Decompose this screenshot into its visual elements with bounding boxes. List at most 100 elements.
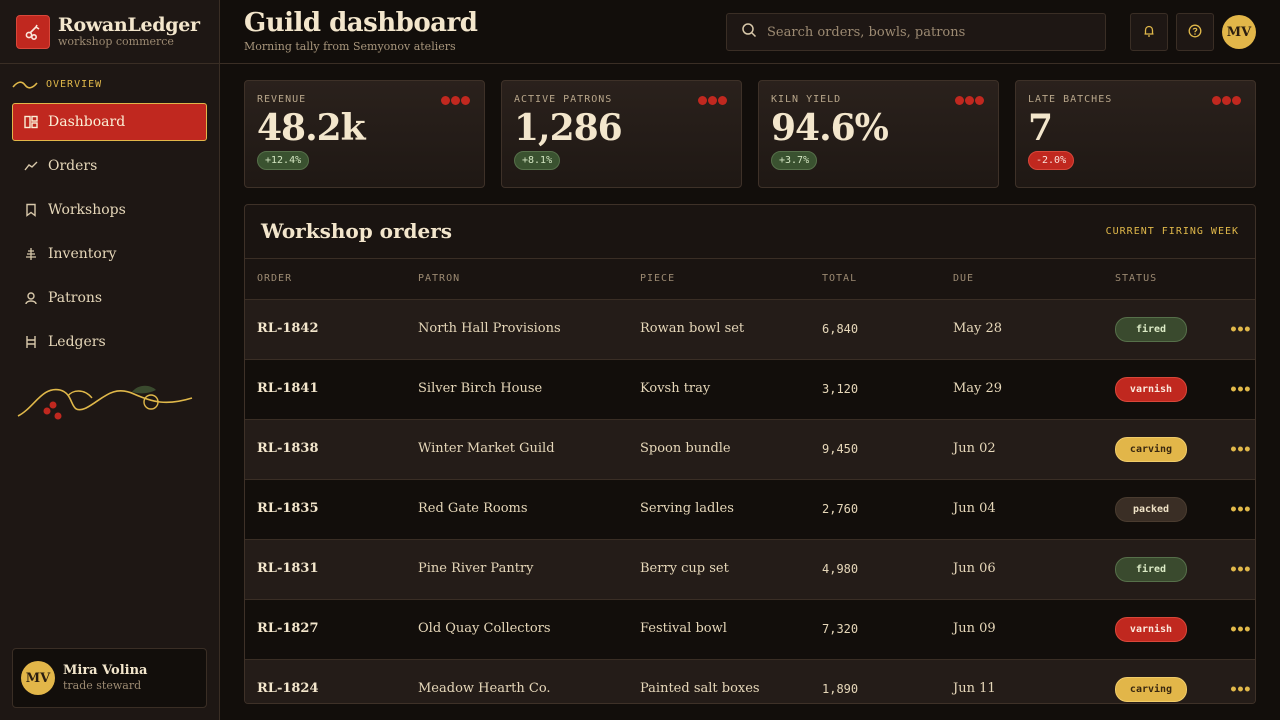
- row-more-icon[interactable]: •••: [1229, 442, 1252, 458]
- row-more-icon[interactable]: •••: [1229, 322, 1252, 338]
- sidebar-nav: Dashboard Orders Workshops Inventory Pat…: [12, 103, 207, 367]
- brand-subtitle: workshop commerce: [58, 34, 174, 48]
- stat-card-kiln-yield[interactable]: KILN YIELD 94.6% +3.7%: [758, 80, 999, 188]
- sidebar-item-label: Workshops: [48, 202, 126, 218]
- trend-icon: [24, 159, 38, 173]
- sidebar: RowanLedger workshop commerce OVERVIEW D…: [0, 0, 220, 720]
- sidebar-item-dashboard[interactable]: Dashboard: [12, 103, 207, 141]
- patron-name: Pine River Pantry: [418, 561, 534, 576]
- row-more-icon[interactable]: •••: [1229, 502, 1252, 518]
- column-header-total[interactable]: TOTAL: [822, 273, 857, 284]
- piece-name: Rowan bowl set: [640, 321, 745, 336]
- column-header-status[interactable]: STATUS: [1115, 273, 1157, 284]
- sidebar-item-label: Dashboard: [48, 114, 126, 130]
- piece-name: Painted salt boxes: [640, 681, 760, 696]
- row-more-icon[interactable]: •••: [1229, 682, 1252, 698]
- sidebar-item-label: Orders: [48, 158, 98, 174]
- stat-card-revenue[interactable]: REVENUE 48.2k +12.4%: [244, 80, 485, 188]
- order-id: RL-1827: [257, 621, 319, 636]
- bookmark-icon: [24, 203, 38, 217]
- stat-label: REVENUE: [257, 94, 307, 105]
- stat-label: ACTIVE PATRONS: [514, 94, 613, 105]
- stat-card-late-batches[interactable]: LATE BATCHES 7 -2.0%: [1015, 80, 1256, 188]
- row-more-icon[interactable]: •••: [1229, 562, 1252, 578]
- column-header-patron[interactable]: PATRON: [418, 273, 460, 284]
- rowan-berry-logo-icon: [16, 14, 50, 49]
- piece-name: Berry cup set: [640, 561, 729, 576]
- column-header-order[interactable]: ORDER: [257, 273, 292, 284]
- brand[interactable]: RowanLedger workshop commerce: [0, 0, 219, 64]
- status-badge: varnish: [1115, 617, 1187, 642]
- dashboard-icon: [24, 115, 38, 129]
- due-date: May 29: [953, 381, 1003, 396]
- avatar: MV: [21, 661, 55, 695]
- notifications-button[interactable]: [1130, 13, 1168, 51]
- stat-card-active-patrons[interactable]: ACTIVE PATRONS 1,286 +8.1%: [501, 80, 742, 188]
- patron-name: Meadow Hearth Co.: [418, 681, 551, 696]
- user-role: trade steward: [63, 679, 142, 692]
- sidebar-item-patrons[interactable]: Patrons: [12, 279, 207, 317]
- firing-week-filter[interactable]: CURRENT FIRING WEEK: [1106, 226, 1239, 237]
- user-name: Mira Volina: [63, 663, 148, 678]
- column-header-due[interactable]: DUE: [953, 273, 974, 284]
- order-total: 4,980: [822, 562, 859, 576]
- patron-name: Silver Birch House: [418, 381, 543, 396]
- page-subtitle: Morning tally from Semyonov ateliers: [244, 40, 456, 53]
- header-avatar[interactable]: MV: [1222, 15, 1256, 49]
- table-row[interactable]: RL-1841 Silver Birch House Kovsh tray 3,120…: [245, 360, 1255, 420]
- panel-title: Workshop orders: [261, 219, 453, 243]
- sidebar-item-label: Patrons: [48, 290, 103, 306]
- due-date: Jun 11: [953, 681, 996, 696]
- status-badge: varnish: [1115, 377, 1187, 402]
- table-row[interactable]: RL-1831 Pine River Pantry Berry cup set 4,9…: [245, 540, 1255, 600]
- table-row[interactable]: RL-1842 North Hall Provisions Rowan bowl s…: [245, 300, 1255, 360]
- table-body: RL-1842 North Hall Provisions Rowan bowl s…: [245, 300, 1255, 703]
- stat-label: LATE BATCHES: [1028, 94, 1113, 105]
- order-id: RL-1838: [257, 441, 319, 456]
- folk-vine-ornament: [17, 385, 193, 420]
- piece-name: Spoon bundle: [640, 441, 731, 456]
- sidebar-item-ledgers[interactable]: Ledgers: [12, 323, 207, 361]
- patron-name: Old Quay Collectors: [418, 621, 551, 636]
- order-id: RL-1842: [257, 321, 319, 336]
- wave-icon: [12, 80, 38, 89]
- due-date: Jun 09: [953, 621, 996, 636]
- brand-name: RowanLedger: [58, 13, 200, 36]
- table-header: ORDER PATRON PIECE TOTAL DUE STATUS: [245, 259, 1255, 300]
- stat-value: 48.2k: [257, 107, 366, 149]
- help-icon: [1188, 23, 1202, 42]
- sidebar-item-label: Inventory: [48, 246, 117, 262]
- search-box[interactable]: [726, 13, 1106, 51]
- patron-name: Red Gate Rooms: [418, 501, 528, 516]
- table-row[interactable]: RL-1827 Old Quay Collectors Festival bowl 7…: [245, 600, 1255, 660]
- order-total: 6,840: [822, 322, 859, 336]
- row-more-icon[interactable]: •••: [1229, 382, 1252, 398]
- column-header-piece[interactable]: PIECE: [640, 273, 675, 284]
- top-header: Guild dashboard Morning tally from Semyo…: [220, 0, 1280, 64]
- row-more-icon[interactable]: •••: [1229, 622, 1252, 638]
- table-row[interactable]: RL-1835 Red Gate Rooms Serving ladles 2,760…: [245, 480, 1255, 540]
- berry-dots-icon: [955, 96, 984, 105]
- status-badge: carving: [1115, 677, 1187, 702]
- user-card[interactable]: MV Mira Volina trade steward: [12, 648, 207, 708]
- order-id: RL-1841: [257, 381, 319, 396]
- status-badge: fired: [1115, 317, 1187, 342]
- person-icon: [24, 291, 38, 305]
- patron-name: North Hall Provisions: [418, 321, 561, 336]
- table-row[interactable]: RL-1838 Winter Market Guild Spoon bundle 9,…: [245, 420, 1255, 480]
- status-badge: packed: [1115, 497, 1187, 522]
- piece-name: Serving ladles: [640, 501, 734, 516]
- stat-delta: +3.7%: [771, 151, 818, 170]
- sidebar-item-workshops[interactable]: Workshops: [12, 191, 207, 229]
- help-button[interactable]: [1176, 13, 1214, 51]
- status-badge: carving: [1115, 437, 1187, 462]
- section-label-overview: OVERVIEW: [12, 79, 102, 90]
- bell-icon: [1142, 23, 1156, 42]
- tree-icon: [24, 247, 38, 261]
- berry-dots-icon: [698, 96, 727, 105]
- workshop-orders-panel: Workshop orders CURRENT FIRING WEEK ORDE…: [244, 204, 1256, 704]
- sidebar-item-inventory[interactable]: Inventory: [12, 235, 207, 273]
- table-row[interactable]: RL-1824 Meadow Hearth Co. Painted salt box…: [245, 660, 1255, 703]
- sidebar-item-orders[interactable]: Orders: [12, 147, 207, 185]
- search-input[interactable]: [767, 24, 1087, 40]
